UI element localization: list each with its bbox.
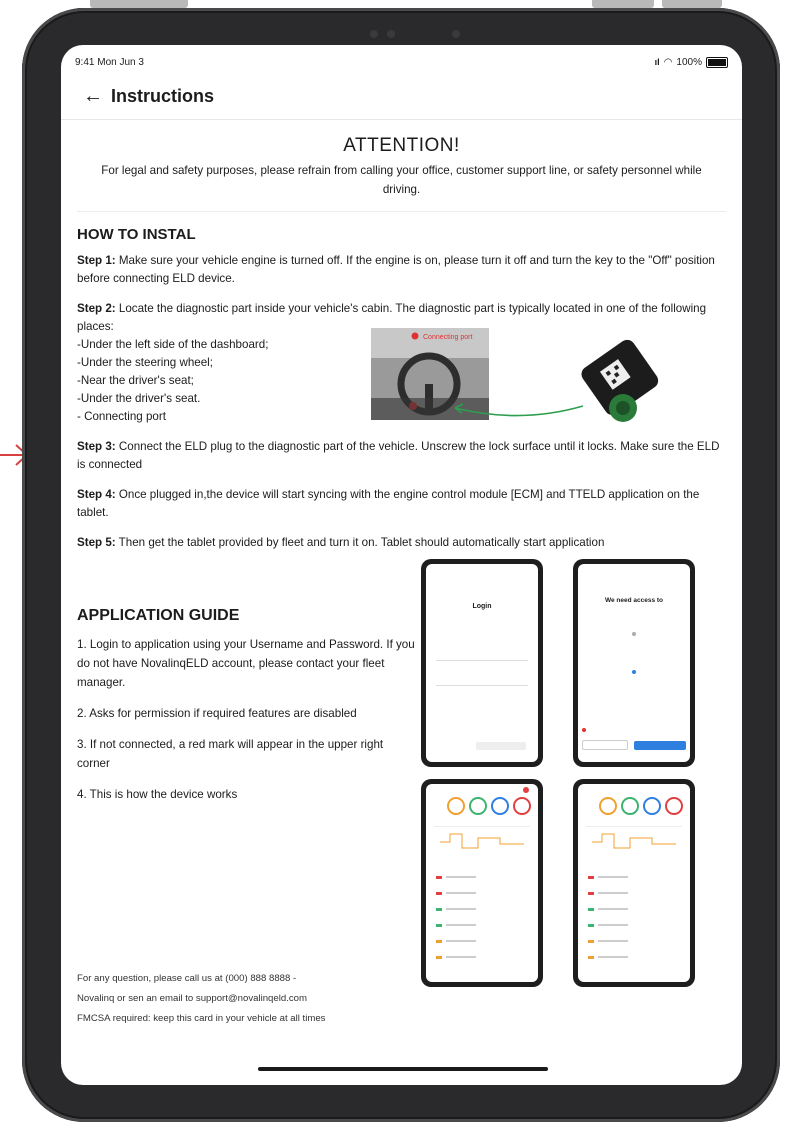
camera	[452, 30, 460, 38]
contact-footer: For any question, please call us at (000…	[77, 969, 407, 1029]
volume-button	[90, 0, 188, 8]
step-3: Step 3: Connect the ELD plug to the diag…	[77, 440, 720, 471]
dashboard-screen-mockup	[421, 779, 543, 987]
login-title: Login	[472, 603, 492, 610]
step-2: Step 2: Locate the diagnostic part insid…	[77, 300, 726, 426]
dashboard-illustration	[434, 787, 531, 959]
footer-line: FMCSA required: keep this card in your v…	[77, 1013, 326, 1024]
attention-text: For legal and safety purposes, please re…	[101, 164, 702, 196]
status-bar: 9:41 Mon Jun 3 ıl ◠ 100%	[75, 55, 728, 69]
dashboard-screen-mockup	[573, 779, 695, 987]
step-5: Step 5: Then get the tablet provided by …	[77, 536, 605, 549]
install-heading: HOW TO INSTAL	[77, 226, 196, 243]
guide-item: 1. Login to application using your Usern…	[77, 638, 415, 689]
permission-title: We need access to	[604, 597, 664, 604]
guide-item: 2. Asks for permission if required featu…	[77, 707, 357, 720]
step-1: Step 1: Make sure your vehicle engine is…	[77, 254, 715, 285]
camera	[387, 30, 395, 38]
footer-line: For any question, please call us at (000…	[77, 973, 297, 984]
back-arrow-icon[interactable]: ←	[83, 85, 111, 108]
login-screen-mockup: Login	[421, 559, 543, 767]
attention-title: ATTENTION!	[343, 135, 460, 156]
permission-screen-mockup: We need access to	[573, 559, 695, 767]
nav-bar: ← Instructions	[83, 83, 742, 109]
footer-line: Novalinq or sen an email to support@nova…	[77, 993, 307, 1004]
wifi-icon: ◠	[663, 56, 673, 68]
camera	[370, 30, 378, 38]
connecting-port-label: Connecting port	[423, 334, 472, 341]
instructions-content: ATTENTION! For legal and safety purposes…	[77, 119, 726, 1085]
page-title: Instructions	[111, 85, 215, 106]
application-guide: APPLICATION GUIDE 1. Login to applicatio…	[77, 607, 417, 816]
eld-device-illustration: Connecting port	[371, 328, 659, 422]
signal-icon: ıl	[654, 57, 660, 67]
guide-heading: APPLICATION GUIDE	[77, 607, 240, 624]
step-4: Step 4: Once plugged in,the device will …	[77, 488, 700, 519]
tablet-screen: 9:41 Mon Jun 3 ıl ◠ 100% ← Instructions …	[61, 45, 742, 1085]
power-button	[592, 0, 654, 8]
power-button	[662, 0, 722, 8]
section-divider	[77, 211, 726, 212]
guide-item: 4. This is how the device works	[77, 788, 238, 801]
dashboard-illustration	[586, 797, 683, 959]
home-indicator[interactable]	[258, 1067, 548, 1071]
battery-icon	[706, 56, 728, 68]
battery-percent: 100%	[676, 56, 702, 68]
status-time: 9:41 Mon Jun 3	[75, 56, 144, 68]
guide-item: 3. If not connected, a red mark will app…	[77, 738, 384, 770]
